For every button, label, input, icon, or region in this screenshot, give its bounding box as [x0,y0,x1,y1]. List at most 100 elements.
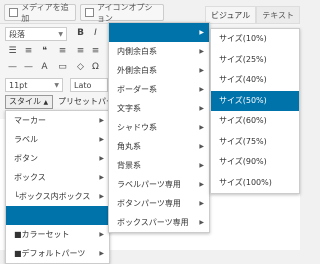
font-family-select[interactable]: Lato [70,78,108,92]
chevron-right-icon: ▶ [199,162,204,169]
bold-button[interactable]: B [74,27,87,40]
icon-option-label: アイコンオプション [96,2,153,23]
menu-item-box[interactable]: ボックス ▶ [6,168,109,187]
submenu-item-radius[interactable]: 角丸系 ▶ [109,137,209,156]
style-button-label: スタイル [9,97,41,106]
tab-text[interactable]: テキスト [256,6,300,23]
menu-item-button[interactable]: ボタン ▶ [6,149,109,168]
submenu-item-label: ボーダー系 [117,85,157,94]
horizontal-rule-icon[interactable]: — [22,61,35,74]
add-media-button[interactable]: メディアを追加 [4,2,76,23]
submenu-item-label: ラベルパーツ専用 [117,180,181,189]
menu-item-active[interactable] [6,206,109,225]
menu-item-label: ■デフォルトパーツ [14,249,86,258]
menu-item-label: ボックス [14,173,46,182]
menu-item-color-set[interactable]: ■カラーセット ▶ [6,225,109,244]
submenu-item-padding[interactable]: 内側余白系 ▶ [109,42,209,61]
size-submenu: サイズ(10%) サイズ(25%) サイズ(40%) サイズ(50%) サイズ(… [210,28,300,194]
media-icon [9,8,19,17]
chevron-right-icon: ▶ [199,67,204,74]
submenu-item-label: ボックスパーツ専用 [117,218,189,227]
size-option-60[interactable]: サイズ(60%) [211,111,299,132]
size-option-40[interactable]: サイズ(40%) [211,70,299,91]
menu-item-label: マーカー [14,116,46,125]
menu-item-label: ボタン [14,154,38,163]
strikethrough-icon[interactable]: — [6,61,19,74]
chevron-right-icon: ▶ [99,117,104,124]
style-menu: マーカー ▶ ラベル ▶ ボタン ▶ ボックス ▶ └ボックス内ボックス ▶ ■カラーセッ… [5,110,110,264]
chevron-up-icon: ▲ [43,99,49,106]
numbered-list-icon[interactable]: ≡ [22,45,35,58]
submenu-item-margin[interactable]: 外側余白系 ▶ [109,61,209,80]
image-icon [85,8,94,17]
icon-option-button[interactable]: アイコンオプション [80,2,164,23]
chevron-right-icon: ▶ [199,200,204,207]
add-media-label: メディアを追加 [21,2,69,23]
style-submenu: ▶ 内側余白系 ▶ 外側余白系 ▶ ボーダー系 ▶ 文字系 ▶ シャドウ系 ▶ 角丸系 ▶ … [108,22,210,233]
chevron-right-icon: ▶ [199,105,204,112]
submenu-item-text[interactable]: 文字系 ▶ [109,99,209,118]
style-button[interactable]: スタイル ▲ [5,95,53,109]
submenu-item-box-only[interactable]: ボックスパーツ専用 ▶ [109,213,209,232]
chevron-right-icon: ▶ [199,48,204,55]
chevron-right-icon: ▶ [99,250,104,257]
submenu-item-label-only[interactable]: ラベルパーツ専用 ▶ [109,175,209,194]
size-option-10[interactable]: サイズ(10%) [211,29,299,50]
chevron-right-icon: ▶ [199,143,204,150]
font-size-select[interactable]: 11pt ▼ [5,78,63,92]
text-color-icon[interactable]: A [38,61,51,74]
menu-item-label: ラベル [14,135,38,144]
submenu-item-label: 角丸系 [117,142,141,151]
align-left-icon[interactable]: ≡ [56,45,69,58]
chevron-right-icon: ▶ [199,124,204,131]
submenu-item-label: 背景系 [117,161,141,170]
submenu-item-background[interactable]: 背景系 ▶ [109,156,209,175]
editor-tabs: ビジュアル テキスト [205,6,300,23]
size-option-75[interactable]: サイズ(75%) [211,132,299,153]
chevron-right-icon: ▶ [99,136,104,143]
menu-item-default-parts[interactable]: ■デフォルトパーツ ▶ [6,244,109,263]
chevron-right-icon: ▶ [99,155,104,162]
menu-item-marker[interactable]: マーカー ▶ [6,111,109,130]
submenu-item-label: 外側余白系 [117,66,157,75]
size-option-25[interactable]: サイズ(25%) [211,50,299,71]
menu-item-box-in-box[interactable]: └ボックス内ボックス ▶ [6,187,109,206]
tab-visual[interactable]: ビジュアル [205,6,257,23]
font-family-value: Lato [74,81,92,90]
chevron-down-icon: ▼ [54,82,59,89]
align-center-icon[interactable]: ≡ [74,45,87,58]
chevron-right-icon: ▶ [99,193,104,200]
submenu-item-shadow[interactable]: シャドウ系 ▶ [109,118,209,137]
chevron-right-icon: ▶ [199,86,204,93]
align-right-icon[interactable]: ≡ [89,45,102,58]
size-option-90[interactable]: サイズ(90%) [211,152,299,173]
special-char-icon[interactable]: Ω [89,61,102,74]
size-option-100[interactable]: サイズ(100%) [211,173,299,194]
font-size-value: 11pt [9,81,28,90]
paste-text-icon[interactable]: ▭ [56,61,69,74]
chevron-right-icon: ▶ [199,29,204,36]
eraser-icon[interactable]: ◇ [74,61,87,74]
menu-item-label-parts[interactable]: ラベル ▶ [6,130,109,149]
preset-button-label: プリセットパー [58,97,114,106]
quote-icon[interactable]: ❝ [38,45,51,58]
submenu-item-label: ボタンパーツ専用 [117,199,181,208]
bullet-list-icon[interactable]: ☰ [6,45,19,58]
submenu-item-label: 文字系 [117,104,141,113]
submenu-item-label: 内側余白系 [117,47,157,56]
chevron-right-icon: ▶ [199,219,204,226]
chevron-right-icon: ▶ [199,181,204,188]
submenu-item-border[interactable]: ボーダー系 ▶ [109,80,209,99]
chevron-right-icon: ▶ [99,231,104,238]
format-select-value: 段落 [9,30,25,39]
italic-button[interactable]: I [89,27,102,40]
menu-item-label: ■カラーセット [14,230,70,239]
submenu-item-label: シャドウ系 [117,123,157,132]
menu-item-label: └ボックス内ボックス [14,192,91,201]
format-select[interactable]: 段落 ▼ [5,27,67,41]
submenu-item-active[interactable]: ▶ [109,23,209,42]
chevron-down-icon: ▼ [58,31,63,38]
size-option-50[interactable]: サイズ(50%) [211,90,299,111]
preset-button[interactable]: プリセットパー [58,96,114,107]
submenu-item-button-only[interactable]: ボタンパーツ専用 ▶ [109,194,209,213]
